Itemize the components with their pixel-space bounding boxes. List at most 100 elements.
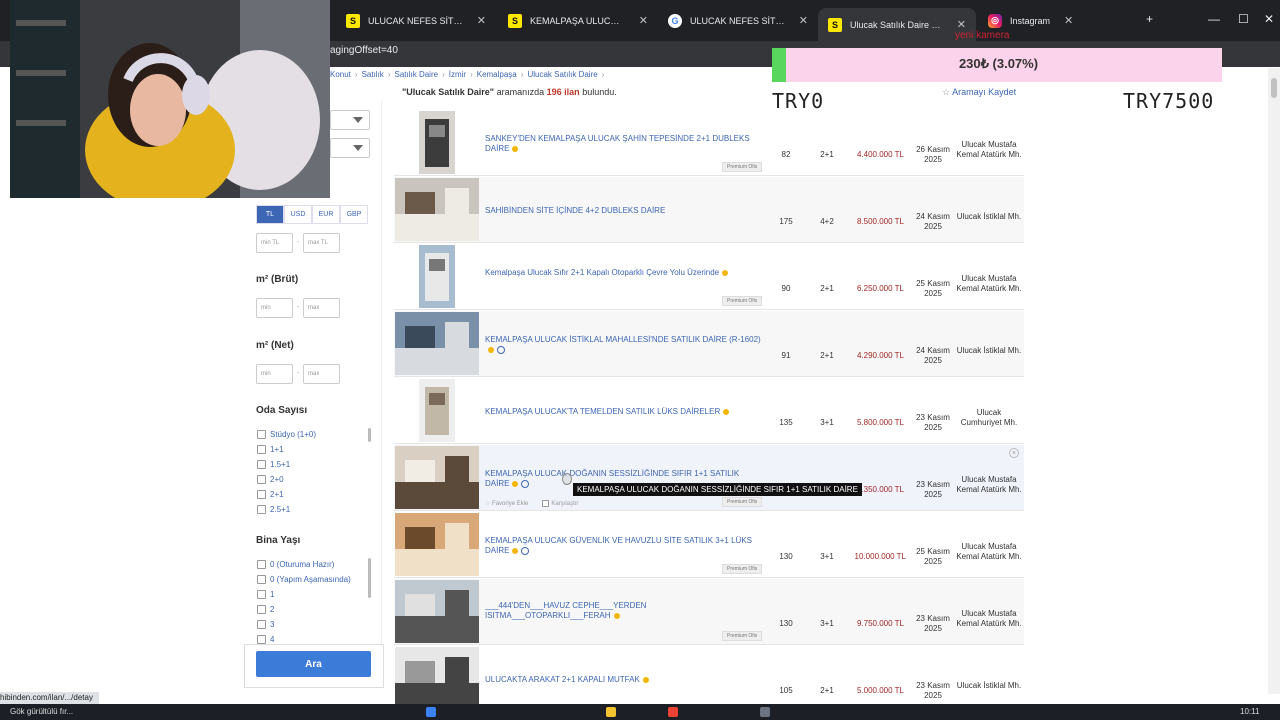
minimize-icon[interactable]: — xyxy=(1208,12,1220,26)
m2-gross-max-input[interactable]: max xyxy=(303,298,340,318)
price-min-input[interactable]: min TL xyxy=(256,233,293,253)
checkbox[interactable] xyxy=(257,605,266,614)
checkbox[interactable] xyxy=(542,500,550,507)
listing-photo[interactable] xyxy=(395,580,479,643)
listing-title-link[interactable]: ULUCAKTA ARAKAT 2+1 KAPALI MUTFAK xyxy=(485,675,765,685)
new-tab-icon[interactable]: + xyxy=(1146,12,1153,26)
browser-tab[interactable]: G ULUCAK NEFES SİTESİ - Google ✕ xyxy=(658,8,818,33)
listing-photo[interactable] xyxy=(395,647,479,704)
checkbox[interactable] xyxy=(257,560,266,569)
listing-photo[interactable] xyxy=(395,245,479,308)
listing-thumbnail[interactable] xyxy=(395,580,479,643)
listing-photo[interactable] xyxy=(395,379,479,442)
close-window-icon[interactable]: ✕ xyxy=(1264,12,1274,26)
listing-row[interactable]: Kemalpaşa Ulucak Sıfır 2+1 Kapalı Otopar… xyxy=(394,244,1024,310)
m2-net-max-input[interactable]: max xyxy=(303,364,340,384)
listing-title-link[interactable]: SAHİBİNDEN SİTE İÇİNDE 4+2 DUBLEKS DAİRE xyxy=(485,206,765,216)
checkbox[interactable] xyxy=(257,590,266,599)
checkbox[interactable] xyxy=(257,430,266,439)
listing-photo[interactable] xyxy=(395,513,479,576)
search-button[interactable]: Ara xyxy=(256,651,371,677)
listing-thumbnail[interactable] xyxy=(395,647,479,704)
checkbox[interactable] xyxy=(257,505,266,514)
page-scrollbar[interactable] xyxy=(1268,68,1280,694)
currency-eur[interactable]: EUR xyxy=(312,205,340,224)
checkbox[interactable] xyxy=(257,475,266,484)
close-tab-icon[interactable]: ✕ xyxy=(639,14,648,27)
weather-widget[interactable]: Gök gürültülü fır... xyxy=(10,707,73,716)
listing-title-link[interactable]: KEMALPAŞA ULUCAK GÜVENLİK VE HAVUZLU SİT… xyxy=(485,536,765,556)
start-icon[interactable] xyxy=(426,707,436,717)
age-option[interactable]: 2 xyxy=(257,602,351,617)
age-option[interactable]: 0 (Oturuma Hazır) xyxy=(257,557,351,572)
listing-thumbnail[interactable] xyxy=(395,178,479,241)
listing-title-link[interactable]: KEMALPAŞA ULUCAK İSTİKLAL MAHALLESİ'NDE … xyxy=(485,335,765,355)
currency-gbp[interactable]: GBP xyxy=(340,205,368,224)
listing-row[interactable]: ___444'DEN___HAVUZ CEPHE___YERDEN ISITMA… xyxy=(394,579,1024,645)
listing-row[interactable]: KEMALPAŞA ULUCAK'TA TEMELDEN SATILIK LÜK… xyxy=(394,378,1024,444)
price-max-input[interactable]: max TL xyxy=(303,233,340,253)
listing-thumbnail[interactable] xyxy=(395,245,479,308)
checkbox[interactable] xyxy=(257,575,266,584)
browser-tab[interactable]: S ULUCAK NEFES SİTESİ 1. SINIF ✕ xyxy=(336,8,496,33)
listing-thumbnail[interactable] xyxy=(395,312,479,375)
room-option[interactable]: 2+0 xyxy=(257,472,316,487)
checkbox[interactable] xyxy=(257,490,266,499)
listing-row[interactable]: SAHİBİNDEN SİTE İÇİNDE 4+2 DUBLEKS DAİRE… xyxy=(394,177,1024,243)
checkbox[interactable] xyxy=(257,460,266,469)
app-icon[interactable] xyxy=(760,707,770,717)
filter-select-2[interactable] xyxy=(330,138,370,158)
file-explorer-icon[interactable] xyxy=(606,707,616,717)
listing-title-link[interactable]: Kemalpaşa Ulucak Sıfır 2+1 Kapalı Otopar… xyxy=(485,268,765,278)
room-option[interactable]: 2+1 xyxy=(257,487,316,502)
checkbox[interactable] xyxy=(257,445,266,454)
listing-thumbnail[interactable] xyxy=(395,379,479,442)
listing-title-link[interactable]: SANKEY'DEN KEMALPAŞA ULUCAK ŞAHİN TEPESİ… xyxy=(485,134,765,154)
room-option[interactable]: Stüdyo (1+0) xyxy=(257,427,316,442)
currency-usd[interactable]: USD xyxy=(284,205,312,224)
listing-thumbnail[interactable] xyxy=(395,513,479,576)
browser-tab[interactable]: S KEMALPAŞA ULUCAK HAVUZ ✕ xyxy=(498,8,658,33)
listing-thumbnail[interactable] xyxy=(395,111,479,174)
age-option[interactable]: 3 xyxy=(257,617,351,632)
currency-tl[interactable]: TL xyxy=(256,205,284,224)
close-tab-icon[interactable]: ✕ xyxy=(1064,14,1073,27)
close-tab-icon[interactable]: ✕ xyxy=(799,14,808,27)
rooms-scrollbar[interactable] xyxy=(368,428,371,442)
listing-photo[interactable] xyxy=(395,312,479,375)
page-scrollbar-thumb[interactable] xyxy=(1271,78,1277,98)
listing-photo[interactable] xyxy=(395,111,479,174)
age-option[interactable]: 1 xyxy=(257,587,351,602)
checkbox[interactable] xyxy=(257,635,266,644)
m2-net-min-input[interactable]: min xyxy=(256,364,293,384)
m2-gross-min-input[interactable]: min xyxy=(256,298,293,318)
compare-checkbox[interactable]: Karşılaştır xyxy=(542,500,578,507)
breadcrumb-item[interactable]: Satılık xyxy=(362,70,384,79)
listing-title-link[interactable]: ___444'DEN___HAVUZ CEPHE___YERDEN ISITMA… xyxy=(485,601,765,621)
listing-row[interactable]: ULUCAKTA ARAKAT 2+1 KAPALI MUTFAK 105 2+1 5… xyxy=(394,646,1024,704)
age-scrollbar[interactable] xyxy=(368,558,371,598)
listing-row[interactable]: KEMALPAŞA ULUCAK DOĞANIN SESSİZLİĞİNDE S… xyxy=(394,445,1024,511)
filter-select-1[interactable] xyxy=(330,110,370,130)
listing-row[interactable]: SANKEY'DEN KEMALPAŞA ULUCAK ŞAHİN TEPESİ… xyxy=(394,110,1024,176)
browser-tab[interactable]: SUlucak Satılık Daire İlanları ve S✕ xyxy=(818,8,976,41)
breadcrumb-item[interactable]: Konut xyxy=(330,70,351,79)
checkbox[interactable] xyxy=(257,620,266,629)
add-favorite-button[interactable]: ☆ Favoriye Ekle xyxy=(485,500,528,507)
url-text[interactable]: agingOffset=40 xyxy=(330,45,398,56)
age-option[interactable]: 0 (Yapım Aşamasında) xyxy=(257,572,351,587)
save-search-link[interactable]: ☆ Aramayı Kaydet xyxy=(942,87,1016,98)
listing-title-link[interactable]: KEMALPAŞA ULUCAK'TA TEMELDEN SATILIK LÜK… xyxy=(485,407,765,417)
breadcrumb-item[interactable]: İzmir xyxy=(449,70,466,79)
breadcrumb-item[interactable]: Kemalpaşa xyxy=(477,70,517,79)
room-option[interactable]: 1+1 xyxy=(257,442,316,457)
listing-thumbnail[interactable] xyxy=(395,446,479,509)
room-option[interactable]: 1.5+1 xyxy=(257,457,316,472)
listing-photo[interactable] xyxy=(395,178,479,241)
breadcrumb-item[interactable]: Ulucak Satılık Daire xyxy=(527,70,597,79)
room-option[interactable]: 2.5+1 xyxy=(257,502,316,517)
maximize-icon[interactable]: ☐ xyxy=(1238,12,1249,26)
listing-row[interactable]: KEMALPAŞA ULUCAK İSTİKLAL MAHALLESİ'NDE … xyxy=(394,311,1024,377)
breadcrumb-item[interactable]: Satılık Daire xyxy=(394,70,438,79)
listing-row[interactable]: KEMALPAŞA ULUCAK GÜVENLİK VE HAVUZLU SİT… xyxy=(394,512,1024,578)
